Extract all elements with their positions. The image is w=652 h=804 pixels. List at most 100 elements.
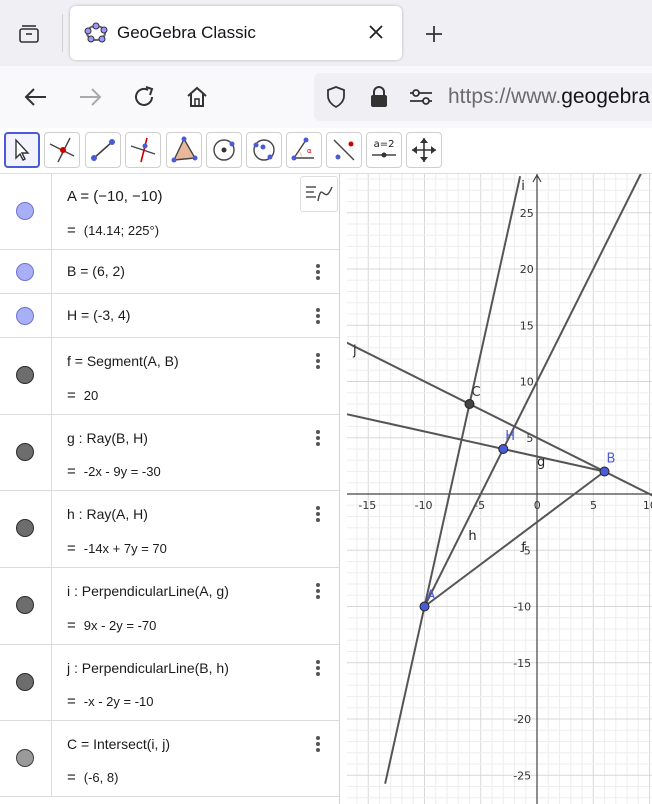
point-tool[interactable]: [44, 132, 80, 168]
forward-icon: [74, 81, 106, 113]
conic-tool[interactable]: [246, 132, 282, 168]
equals-sign: =: [67, 222, 76, 239]
object-value-text: 20: [83, 388, 99, 403]
visibility-marble-icon[interactable]: [16, 596, 34, 614]
visibility-marble-icon[interactable]: [16, 673, 34, 691]
visibility-marble-icon[interactable]: [16, 202, 34, 220]
tab-title: GeoGebra Classic: [117, 23, 256, 42]
object-value: = (14.14; 225°): [67, 222, 159, 239]
shield-icon[interactable]: [324, 85, 348, 114]
url-domain: geogebra: [561, 85, 650, 108]
x-tick-label: -10: [415, 499, 433, 512]
y-tick-label: 15: [520, 319, 534, 332]
circle-tool[interactable]: [206, 132, 242, 168]
view-divider[interactable]: [340, 174, 347, 804]
back-icon[interactable]: [20, 81, 52, 113]
object-definition[interactable]: g : Ray(B, H): [67, 430, 148, 446]
object-definition[interactable]: i : PerpendicularLine(A, g): [67, 583, 229, 599]
object-definition[interactable]: j : PerpendicularLine(B, h): [67, 660, 229, 676]
object-definition[interactable]: B = (6, 2): [67, 263, 125, 279]
y-tick-label: 10: [520, 376, 534, 389]
browser-tab[interactable]: GeoGebra Classic: [70, 6, 402, 60]
move-graphics-tool[interactable]: [406, 132, 442, 168]
algebra-view: A = (−10, −10) = (14.14; 225°) B = (6, 2)…: [0, 174, 340, 804]
x-tick-label: -15: [358, 499, 376, 512]
object-label: f: [521, 540, 526, 555]
y-tick-label: -20: [513, 713, 531, 726]
slider-tool[interactable]: a=2: [366, 132, 402, 168]
object-label: i: [521, 179, 525, 194]
visibility-marble-icon[interactable]: [16, 443, 34, 461]
reflect-tool[interactable]: [326, 132, 362, 168]
circle-center-icon: [213, 139, 235, 161]
object-value: = -2x - 9y = -30: [67, 463, 161, 480]
slider-label: a=2: [373, 139, 395, 150]
visibility-marble-icon[interactable]: [16, 749, 34, 767]
segment-tool[interactable]: [85, 132, 121, 168]
more-options-icon[interactable]: [310, 428, 326, 448]
perpendicular-icon: [130, 137, 156, 163]
object-value: = -14x + 7y = 70: [67, 540, 167, 557]
algebra-row-h[interactable]: h : Ray(A, H) = -14x + 7y = 70: [0, 491, 339, 568]
close-tab-icon[interactable]: [364, 20, 388, 44]
object-definition[interactable]: H = (-3, 4): [67, 307, 130, 323]
visibility-marble-icon[interactable]: [16, 263, 34, 281]
more-options-icon[interactable]: [310, 658, 326, 678]
object-value-text: 9x - 2y = -70: [83, 618, 157, 633]
algebra-row-j[interactable]: j : PerpendicularLine(B, h) = -x - 2y = -…: [0, 645, 339, 721]
point-H: [498, 444, 509, 454]
object-definition[interactable]: C = Intersect(i, j): [67, 736, 170, 752]
more-options-icon[interactable]: [310, 306, 326, 326]
algebra-row-i[interactable]: i : PerpendicularLine(A, g) = 9x - 2y = -…: [0, 568, 339, 645]
object-value: = -x - 2y = -10: [67, 693, 153, 710]
line-i: [384, 175, 522, 784]
y-tick-label: -10: [513, 601, 531, 614]
more-options-icon[interactable]: [310, 504, 326, 524]
permissions-icon[interactable]: [408, 85, 434, 114]
visibility-marble-icon[interactable]: [16, 519, 34, 537]
lock-icon[interactable]: [368, 85, 390, 114]
algebra-row-f[interactable]: f = Segment(A, B) = 20: [0, 338, 339, 415]
object-value-text: -x - 2y = -10: [83, 694, 154, 709]
object-definition[interactable]: f = Segment(A, B): [67, 353, 179, 369]
object-definition[interactable]: h : Ray(A, H): [67, 506, 148, 522]
perpendicular-line-tool[interactable]: [125, 132, 161, 168]
new-tab-icon[interactable]: [418, 20, 450, 48]
tab-list-icon[interactable]: [14, 20, 44, 48]
algebra-row-C[interactable]: C = Intersect(i, j) = (-6, 8): [0, 721, 339, 797]
circle-three-points-icon: [253, 139, 275, 161]
svg-text:α: α: [307, 147, 312, 155]
url-text[interactable]: https://www.geogebra: [448, 85, 650, 109]
url-bar[interactable]: https://www.geogebra: [314, 73, 652, 121]
visibility-marble-icon[interactable]: [16, 366, 34, 384]
y-tick-label: 25: [520, 207, 534, 220]
equals-sign: =: [67, 540, 76, 557]
more-options-icon[interactable]: [310, 351, 326, 371]
more-options-icon[interactable]: [310, 262, 326, 282]
visibility-column: [0, 338, 52, 414]
segment-icon: [91, 139, 115, 161]
algebra-row-A[interactable]: A = (−10, −10) = (14.14; 225°): [0, 174, 339, 250]
geogebra-toolbar: α a=2: [0, 128, 652, 174]
object-definition[interactable]: A = (−10, −10): [67, 188, 163, 205]
polygon-tool[interactable]: [166, 132, 202, 168]
point-label-C: C: [472, 385, 481, 400]
tab-separator: [62, 14, 63, 52]
equals-sign: =: [67, 769, 76, 786]
more-options-icon[interactable]: [310, 581, 326, 601]
algebra-style-bar-toggle[interactable]: [300, 176, 338, 212]
visibility-marble-icon[interactable]: [16, 307, 34, 325]
move-tool[interactable]: [4, 132, 40, 168]
algebra-row-B[interactable]: B = (6, 2): [0, 250, 339, 294]
angle-tool[interactable]: α: [286, 132, 322, 168]
home-icon[interactable]: [181, 81, 213, 113]
reload-icon[interactable]: [128, 81, 160, 113]
polygon-icon: [171, 136, 198, 163]
graphics-view[interactable]: -15-10-50510252015105-5-10-15-20-25ijghf…: [347, 174, 652, 804]
more-options-icon[interactable]: [310, 734, 326, 754]
point-label-A: A: [427, 589, 436, 604]
algebra-row-H[interactable]: H = (-3, 4): [0, 294, 339, 338]
graphics-canvas[interactable]: -15-10-50510252015105-5-10-15-20-25ijghf…: [347, 174, 652, 804]
visibility-column: [0, 250, 52, 293]
algebra-row-g[interactable]: g : Ray(B, H) = -2x - 9y = -30: [0, 415, 339, 491]
